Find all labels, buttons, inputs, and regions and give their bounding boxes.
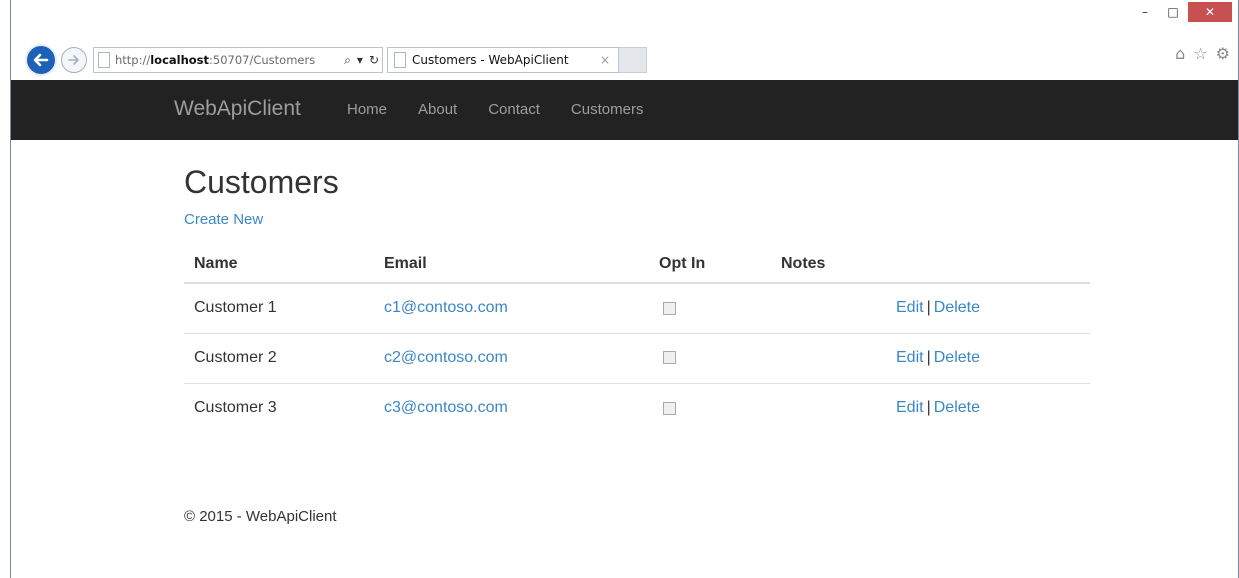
search-icon[interactable]: ⌕: [344, 53, 351, 68]
customer-email-link[interactable]: c2@contoso.com: [384, 349, 508, 366]
nav-contact[interactable]: Contact: [488, 101, 540, 118]
brand-link[interactable]: WebApiClient: [174, 97, 301, 121]
tab-title: Customers - WebApiClient: [412, 53, 569, 67]
delete-link[interactable]: Delete: [934, 299, 980, 316]
table-header-row: Name Email Opt In Notes: [184, 245, 1090, 284]
page-icon: [98, 52, 110, 68]
address-bar[interactable]: http://localhost:50707/Customers ⌕ ▾ ↻: [93, 47, 383, 73]
footer-copyright: © 2015 - WebApiClient: [184, 508, 337, 525]
forward-button[interactable]: [61, 47, 87, 73]
customer-email-link[interactable]: c3@contoso.com: [384, 399, 508, 416]
edit-link[interactable]: Edit: [896, 349, 924, 366]
browser-chrome: – □ ✕ http://localhost:50707/Customers ⌕…: [11, 0, 1238, 80]
window-controls: – □ ✕: [1132, 2, 1232, 22]
table-row: Customer 2 c2@contoso.com Edit | Delete: [184, 333, 1090, 384]
back-arrow-icon: [33, 53, 49, 67]
home-icon[interactable]: ⌂: [1175, 44, 1185, 63]
table-row: Customer 3 c3@contoso.com Edit | Delete: [184, 383, 1090, 433]
delete-link[interactable]: Delete: [934, 399, 980, 416]
customer-name: Customer 2: [184, 333, 374, 384]
column-header-name: Name: [184, 245, 374, 284]
customer-notes: [771, 283, 886, 334]
nav-about[interactable]: About: [418, 101, 457, 118]
column-header-notes: Notes: [771, 245, 886, 284]
maximize-button[interactable]: □: [1160, 2, 1186, 22]
back-button[interactable]: [25, 44, 57, 76]
close-button[interactable]: ✕: [1188, 2, 1232, 22]
column-header-opt-in: Opt In: [649, 245, 771, 284]
customers-table: Name Email Opt In Notes Customer 1 c1@co…: [184, 245, 1090, 433]
tab-page-icon: [394, 52, 406, 68]
action-separator: |: [926, 299, 931, 317]
opt-in-checkbox: [663, 351, 676, 365]
site-navbar: WebApiClient Home About Contact Customer…: [11, 80, 1238, 140]
delete-link[interactable]: Delete: [934, 349, 980, 366]
nav-customers[interactable]: Customers: [571, 101, 644, 118]
tab-customers[interactable]: Customers - WebApiClient ×: [387, 47, 619, 73]
chevron-down-icon[interactable]: ▾: [357, 53, 363, 67]
address-url[interactable]: http://localhost:50707/Customers: [115, 53, 341, 67]
action-separator: |: [926, 399, 931, 417]
customer-notes: [771, 333, 886, 384]
new-tab-button[interactable]: [619, 47, 647, 73]
customer-email-link[interactable]: c1@contoso.com: [384, 299, 508, 316]
edit-link[interactable]: Edit: [896, 399, 924, 416]
column-header-email: Email: [374, 245, 649, 284]
create-new-link[interactable]: Create New: [184, 211, 263, 228]
gear-icon[interactable]: ⚙: [1216, 44, 1230, 63]
nav-home[interactable]: Home: [347, 101, 387, 118]
column-header-actions: [886, 245, 1090, 284]
action-separator: |: [926, 349, 931, 366]
opt-in-checkbox: [663, 401, 676, 415]
minimize-button[interactable]: –: [1132, 2, 1158, 22]
browser-toolbar-icons: ⌂ ☆ ⚙: [1175, 44, 1230, 63]
edit-link[interactable]: Edit: [896, 299, 924, 316]
browser-nav-row: http://localhost:50707/Customers ⌕ ▾ ↻ C…: [25, 40, 647, 80]
nav-links: Home About Contact Customers: [347, 101, 674, 118]
refresh-icon[interactable]: ↻: [369, 53, 379, 67]
close-tab-icon[interactable]: ×: [600, 53, 610, 67]
page-title: Customers: [184, 164, 339, 200]
favorites-star-icon[interactable]: ☆: [1193, 44, 1207, 63]
customer-name: Customer 3: [194, 399, 277, 417]
opt-in-checkbox: [663, 301, 676, 315]
customer-notes: [771, 383, 886, 433]
table-row: Customer 1 c1@contoso.com Edit | Delete: [184, 283, 1090, 334]
main-content: Customers Create New Name Email Opt In N…: [184, 164, 1090, 433]
forward-arrow-icon: [68, 55, 79, 65]
browser-window: – □ ✕ http://localhost:50707/Customers ⌕…: [10, 0, 1239, 578]
customer-name: Customer 1: [184, 283, 374, 334]
